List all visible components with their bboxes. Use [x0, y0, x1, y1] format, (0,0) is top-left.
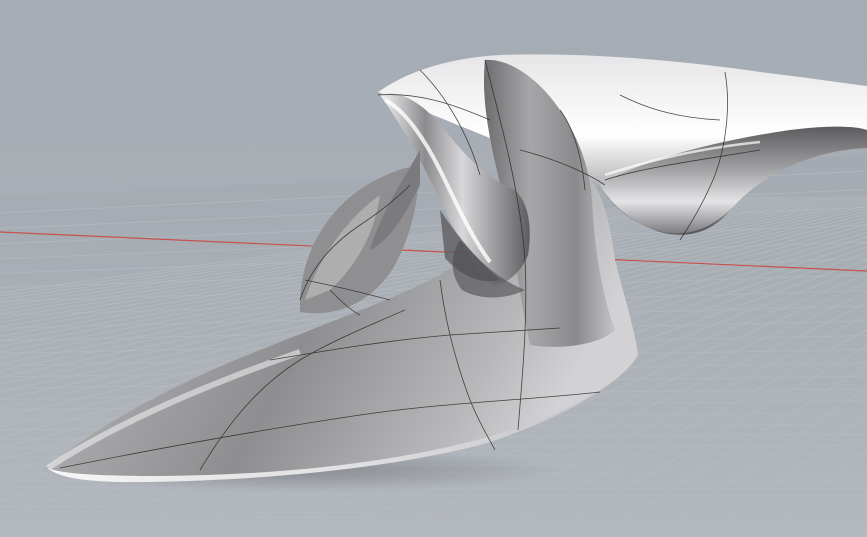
perspective-viewport[interactable]	[0, 0, 867, 537]
viewport-canvas[interactable]	[0, 0, 867, 537]
